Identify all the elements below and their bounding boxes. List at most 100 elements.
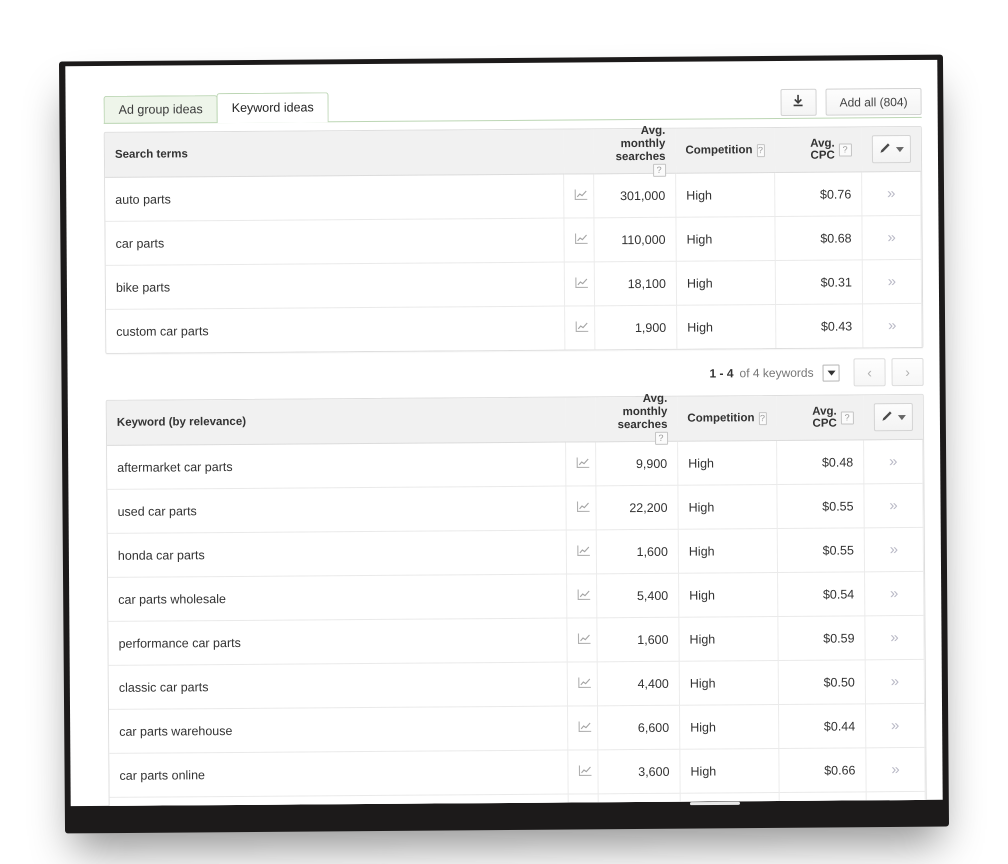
pagination-page-size-select[interactable]	[823, 364, 840, 381]
cell-cpc: $0.44	[778, 704, 865, 749]
table-row[interactable]: car parts wholesale5,400High$0.54»	[108, 571, 924, 621]
column-header-competition[interactable]: Competition?	[677, 396, 776, 441]
cell-actions: »	[865, 571, 924, 615]
table-header-row: Search terms Avg. monthly searches?	[105, 127, 921, 177]
tab-ad-group-ideas[interactable]: Ad group ideas	[104, 95, 218, 124]
cell-actions: »	[862, 259, 921, 303]
keyword-table: Keyword (by relevance) Avg. monthly sear…	[107, 395, 926, 806]
help-icon-cpc[interactable]: ?	[839, 143, 852, 156]
cell-volume: 9,900	[596, 441, 678, 486]
expand-row-icon[interactable]: »	[888, 317, 896, 334]
table-row[interactable]: used car parts22,200High$0.55»	[107, 483, 923, 533]
cell-actions: »	[864, 483, 923, 527]
cell-sparkline	[565, 306, 595, 350]
cell-actions: »	[864, 439, 923, 483]
cell-cpc: $0.68	[775, 216, 862, 261]
search-terms-body: auto parts301,000High$0.76»car parts110,…	[105, 171, 922, 352]
sparkline-icon[interactable]	[576, 500, 590, 515]
column-header-volume[interactable]: Avg. monthly searches?	[595, 397, 677, 442]
column-header-volume[interactable]: Avg. monthly searches?	[593, 129, 675, 174]
table-row[interactable]: classic car parts4,400High$0.50»	[109, 659, 925, 709]
cell-volume: 1,600	[597, 617, 679, 662]
expand-row-icon[interactable]: »	[890, 585, 898, 602]
expand-row-icon[interactable]: »	[891, 673, 899, 690]
sparkline-icon[interactable]	[578, 720, 592, 735]
expand-row-icon[interactable]: »	[891, 761, 899, 778]
column-header-search-terms[interactable]: Search terms	[105, 130, 564, 178]
cell-keyword: car parts warehouse	[109, 706, 568, 753]
column-header-competition[interactable]: Competition?	[675, 128, 774, 173]
help-icon-competition[interactable]: ?	[758, 412, 766, 425]
table-row[interactable]: performance car parts1,600High$0.59»	[108, 615, 924, 665]
table-row[interactable]: car parts110,000High$0.68»	[105, 215, 921, 265]
device-mockup: Ad group ideas Keyword ideas Add all (80…	[0, 0, 1008, 864]
expand-row-icon[interactable]: »	[887, 229, 895, 246]
table-row[interactable]: car parts warehouse6,600High$0.44»	[109, 703, 925, 753]
column-header-cpc[interactable]: Avg. CPC?	[774, 127, 861, 172]
cell-sparkline	[566, 442, 596, 486]
help-icon-volume[interactable]: ?	[654, 432, 667, 445]
edit-dropdown-button[interactable]	[871, 135, 910, 163]
expand-row-icon[interactable]: »	[889, 497, 897, 514]
toolbar: Add all (804)	[780, 88, 921, 116]
pagination-prev-button[interactable]: ‹	[853, 358, 885, 386]
sparkline-icon[interactable]	[578, 764, 592, 779]
cell-keyword: honda car parts	[108, 530, 567, 577]
cell-competition: High	[680, 748, 779, 793]
cell-keyword: auto parts	[105, 174, 564, 221]
expand-row-icon[interactable]: »	[890, 541, 898, 558]
table-row[interactable]: honda car parts 1,600High$0.55 »	[108, 527, 924, 577]
column-label-volume-line2: searches	[618, 419, 668, 431]
cell-keyword: car parts online	[109, 750, 568, 797]
sparkline-icon[interactable]	[574, 188, 588, 203]
add-all-button[interactable]: Add all (804)	[825, 88, 921, 116]
cell-volume: 18,100	[594, 261, 676, 306]
sparkline-icon[interactable]	[577, 588, 591, 603]
pagination-next-button[interactable]: ›	[891, 358, 923, 386]
sparkline-icon[interactable]	[577, 632, 591, 647]
cell-cpc: $0.59	[778, 616, 865, 661]
sparkline-icon[interactable]	[578, 676, 592, 691]
column-header-keyword[interactable]: Keyword (by relevance)	[107, 398, 566, 446]
expand-row-icon[interactable]: »	[888, 273, 896, 290]
column-label-volume-line2: searches	[616, 151, 666, 163]
column-label-volume-line1: Avg. monthly	[621, 125, 666, 150]
help-icon-cpc[interactable]: ?	[841, 411, 854, 424]
table-row[interactable]: aftermarket car parts9,900High$0.48»	[107, 439, 923, 489]
cell-sparkline	[566, 486, 596, 530]
cell-cpc: $0.55	[777, 528, 864, 573]
tab-keyword-ideas[interactable]: Keyword ideas	[217, 92, 329, 123]
expand-row-icon[interactable]: »	[891, 717, 899, 734]
sparkline-icon[interactable]	[575, 232, 589, 247]
table-row[interactable]: custom car parts1,900High$0.43»	[106, 303, 922, 352]
cell-competition: High	[678, 528, 777, 573]
sparkline-icon[interactable]	[575, 320, 589, 335]
cell-actions: »	[865, 703, 924, 747]
expand-row-icon[interactable]: »	[889, 453, 897, 470]
column-label-keyword: Keyword (by relevance)	[117, 416, 246, 429]
sparkline-icon[interactable]	[575, 276, 589, 291]
cell-actions: »	[862, 215, 921, 259]
cell-actions: »	[863, 303, 922, 347]
column-label-search-terms: Search terms	[115, 148, 188, 161]
sparkline-icon[interactable]	[576, 456, 590, 471]
download-button[interactable]	[780, 89, 816, 116]
cell-competition: High	[678, 441, 777, 486]
column-header-cpc[interactable]: Avg. CPC?	[776, 395, 863, 440]
cell-actions: »	[862, 171, 921, 215]
cell-actions: »	[865, 615, 924, 659]
edit-dropdown-button[interactable]	[873, 403, 912, 431]
home-indicator	[690, 802, 740, 805]
help-icon-competition[interactable]: ?	[756, 144, 764, 157]
expand-row-icon[interactable]: »	[887, 185, 895, 202]
table-row[interactable]: auto parts301,000High$0.76»	[105, 171, 921, 221]
help-icon-volume[interactable]: ?	[653, 164, 666, 177]
table-row[interactable]: car parts online3,600High$0.66»	[109, 747, 925, 797]
cell-sparkline	[567, 618, 597, 662]
table-row[interactable]: bike parts18,100High$0.31»	[106, 259, 922, 309]
cell-volume: 1,600	[596, 529, 678, 574]
column-label-cpc: Avg. CPC	[784, 138, 835, 162]
pagination-range: 1 - 4	[709, 366, 733, 380]
sparkline-icon[interactable]	[577, 544, 591, 559]
expand-row-icon[interactable]: »	[890, 629, 898, 646]
